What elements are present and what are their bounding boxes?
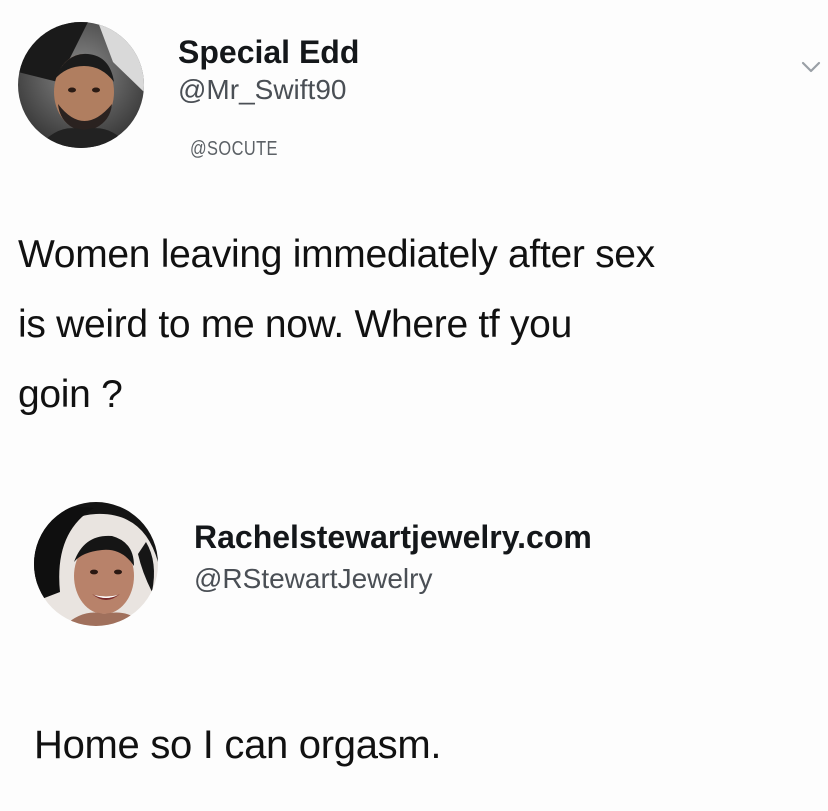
- reply-header: Rachelstewartjewelry.com @RStewartJewelr…: [34, 502, 592, 626]
- tweet-header: Special Edd @Mr_Swift90: [18, 22, 359, 148]
- author-name[interactable]: Special Edd: [178, 32, 359, 72]
- watermark: @SOCUTE: [190, 138, 278, 160]
- tweet-text: Women leaving immediately after sex is w…: [18, 220, 655, 430]
- tweet-text-line: is weird to me now. Where tf you: [18, 303, 572, 346]
- author-name[interactable]: Rachelstewartjewelry.com: [194, 517, 592, 557]
- chevron-down-icon[interactable]: [800, 56, 822, 78]
- author-handle[interactable]: @Mr_Swift90: [178, 72, 359, 108]
- author-handle[interactable]: @RStewartJewelry: [194, 561, 592, 597]
- avatar[interactable]: [18, 22, 144, 148]
- profile-photo-woman-icon: [34, 502, 158, 626]
- profile-photo-man-icon: [18, 22, 144, 148]
- meme-screenshot: Special Edd @Mr_Swift90 @SOCUTE Women le…: [0, 0, 828, 811]
- avatar[interactable]: [34, 502, 158, 626]
- tweet-text-line: goin ?: [18, 373, 123, 416]
- tweet-text-line: Women leaving immediately after sex: [18, 233, 655, 276]
- reply-text: Home so I can orgasm.: [34, 723, 442, 767]
